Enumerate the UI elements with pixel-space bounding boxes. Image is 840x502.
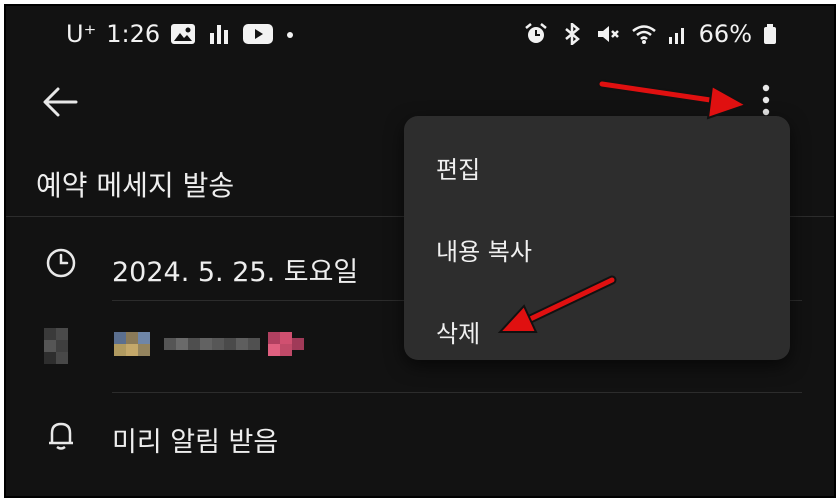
- screenshot-frame: U⁺ 1:26 66% 예약 메세지 발송 2024. 5. 25. 토요일 미…: [4, 4, 836, 498]
- battery-icon: [764, 24, 776, 44]
- alarm-icon: [524, 23, 547, 43]
- reminder-row[interactable]: 미리 알림 받음: [6, 406, 834, 466]
- chart-icon: [210, 25, 229, 44]
- carrier-label: U⁺: [66, 20, 97, 48]
- dot-icon: [287, 32, 294, 38]
- image-icon: [171, 24, 196, 44]
- page-title: 예약 메세지 발송: [36, 169, 235, 202]
- bell-icon: [49, 422, 73, 450]
- menu-item-copy[interactable]: 내용 복사: [404, 206, 790, 286]
- menu-item-edit[interactable]: 편집: [404, 124, 790, 204]
- menu-item-edit-label: 편집: [436, 156, 481, 184]
- bluetooth-icon: [564, 23, 580, 45]
- more-vertical-icon[interactable]: [754, 80, 778, 120]
- status-bar: U⁺ 1:26 66%: [6, 6, 834, 62]
- mute-icon: [597, 26, 619, 42]
- overflow-menu: 편집 내용 복사 삭제: [404, 116, 790, 360]
- menu-item-copy-label: 내용 복사: [436, 238, 532, 266]
- signal-icon: [668, 28, 684, 44]
- recipient-divider: [112, 392, 802, 393]
- clock: 1:26: [106, 20, 161, 48]
- battery-percent: 66%: [698, 20, 752, 48]
- menu-item-delete-label: 삭제: [436, 320, 481, 348]
- clock-icon: [46, 248, 76, 278]
- schedule-date: 2024. 5. 25. 토요일: [112, 257, 359, 288]
- wifi-icon: [631, 25, 656, 44]
- arrow-left-icon[interactable]: [40, 84, 80, 120]
- reminder-label: 미리 알림 받음: [112, 427, 279, 458]
- youtube-icon: [243, 24, 274, 44]
- menu-item-delete[interactable]: 삭제: [404, 288, 790, 368]
